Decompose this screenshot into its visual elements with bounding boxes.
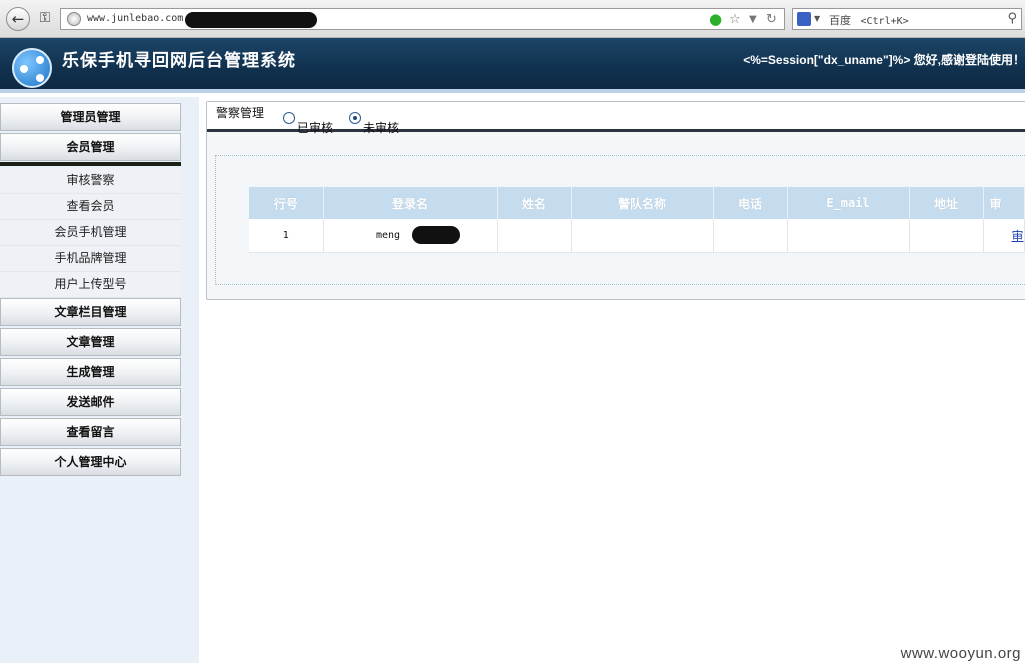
redaction-mark	[185, 12, 317, 28]
system-title: 乐保手机寻回网后台管理系统	[62, 51, 296, 71]
police-table: 行号 登录名 姓名 警队名称 电话 E_mail 地址 审 1 meng 审	[249, 187, 1025, 253]
magnifier-icon[interactable]: ⚲	[1007, 11, 1017, 26]
search-box[interactable]: ▼ 百度 <Ctrl+K> ⚲	[792, 8, 1022, 30]
cell-login: meng	[323, 219, 498, 253]
reload-icon[interactable]: ↻	[766, 12, 777, 27]
menu-admin-mgmt[interactable]: 管理员管理	[0, 103, 181, 131]
url-text: www.junlebao.com	[87, 13, 184, 24]
search-placeholder: 百度 <Ctrl+K>	[829, 12, 909, 28]
table-header-row: 行号 登录名 姓名 警队名称 电话 E_mail 地址 审	[249, 187, 1025, 219]
search-shortcut: <Ctrl+K>	[860, 16, 909, 27]
address-bar[interactable]: www.junlebao.com ● ☆ ▼ ↻	[60, 8, 785, 30]
col-email: E_mail	[787, 187, 910, 219]
table-container: 行号 登录名 姓名 警队名称 电话 E_mail 地址 审 1 meng 审	[215, 155, 1025, 285]
radio-unreviewed[interactable]	[349, 112, 361, 124]
submenu-member-phones[interactable]: 会员手机管理	[0, 220, 181, 246]
menu-article-mgmt[interactable]: 文章管理	[0, 328, 181, 356]
redaction-mark	[411, 226, 460, 244]
search-engine-name: 百度	[829, 14, 851, 27]
left-menu: 管理员管理 会员管理 审核警察 查看会员 会员手机管理 手机品牌管理 用户上传型…	[0, 97, 199, 663]
cell-row-no: 1	[249, 219, 324, 253]
radio-reviewed[interactable]	[283, 112, 295, 124]
watermark: www.wooyun.org	[900, 645, 1021, 662]
submenu-review-police[interactable]: 审核警察	[0, 168, 181, 194]
browser-toolbar: ← ⚿ www.junlebao.com ● ☆ ▼ ↻ ▼ 百度 <Ctrl+…	[0, 0, 1025, 38]
cell-action: 审	[983, 219, 1025, 253]
cell-phone	[713, 219, 788, 253]
panel-title: 警察管理	[216, 106, 265, 120]
col-phone: 电话	[713, 187, 788, 219]
col-address: 地址	[909, 187, 984, 219]
menu-send-mail[interactable]: 发送邮件	[0, 388, 181, 416]
radio-reviewed-label: 已审核	[297, 121, 334, 135]
col-login: 登录名	[323, 187, 498, 219]
submenu-user-models[interactable]: 用户上传型号	[0, 272, 181, 298]
back-icon[interactable]: ←	[6, 7, 30, 31]
menu-column-mgmt[interactable]: 文章栏目管理	[0, 298, 181, 326]
engine-dropdown-icon[interactable]: ▼	[814, 14, 820, 23]
menu-view-messages[interactable]: 查看留言	[0, 418, 181, 446]
site-header: 乐保手机寻回网后台管理系统 <%=Session["dx_uname"]%> 您…	[0, 38, 1025, 93]
cell-address	[909, 219, 984, 253]
welcome-text: <%=Session["dx_uname"]%> 您好,感谢登陆使用！	[743, 53, 1025, 67]
panel-header: 警察管理 已审核 未审核	[207, 102, 1025, 135]
dropdown-icon[interactable]: ▼	[749, 14, 757, 25]
cell-email	[787, 219, 910, 253]
menu-member-mgmt[interactable]: 会员管理	[0, 133, 181, 161]
key-icon: ⚿	[39, 10, 51, 26]
menu-personal-center[interactable]: 个人管理中心	[0, 448, 181, 476]
submenu-view-members[interactable]: 查看会员	[0, 194, 181, 220]
baidu-icon	[797, 12, 811, 26]
col-team: 警队名称	[571, 187, 714, 219]
review-link[interactable]: 审	[1012, 229, 1024, 243]
star-icon[interactable]: ☆	[729, 12, 741, 27]
go-icon[interactable]: ●	[709, 10, 722, 28]
menu-generate-mgmt[interactable]: 生成管理	[0, 358, 181, 386]
menu-open-indicator	[0, 162, 181, 166]
submenu-phone-brands[interactable]: 手机品牌管理	[0, 246, 181, 272]
cell-name	[497, 219, 572, 253]
col-name: 姓名	[497, 187, 572, 219]
cell-team	[571, 219, 714, 253]
radio-unreviewed-label: 未审核	[363, 121, 400, 135]
col-row-no: 行号	[249, 187, 324, 219]
police-panel: 警察管理 已审核 未审核 行号 登录名 姓名 警队名称 电话 E_mail 地址…	[206, 101, 1025, 300]
cell-login-text: meng	[375, 229, 401, 241]
globe-icon	[67, 12, 81, 26]
col-action: 审	[983, 187, 1025, 219]
table-row: 1 meng 审	[249, 219, 1025, 253]
logo-icon	[12, 48, 52, 88]
